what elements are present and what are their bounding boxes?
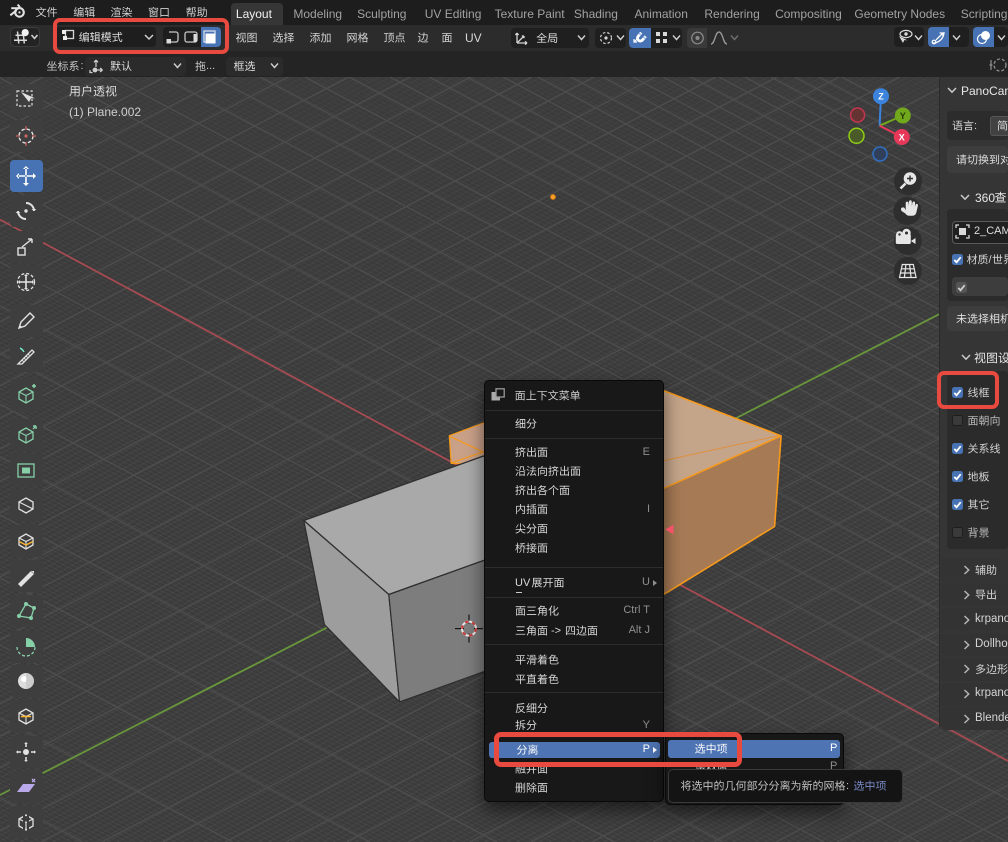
- svg-text:X: X: [899, 132, 905, 142]
- svg-text:Z: Z: [878, 92, 884, 102]
- svg-text:Y: Y: [900, 111, 906, 121]
